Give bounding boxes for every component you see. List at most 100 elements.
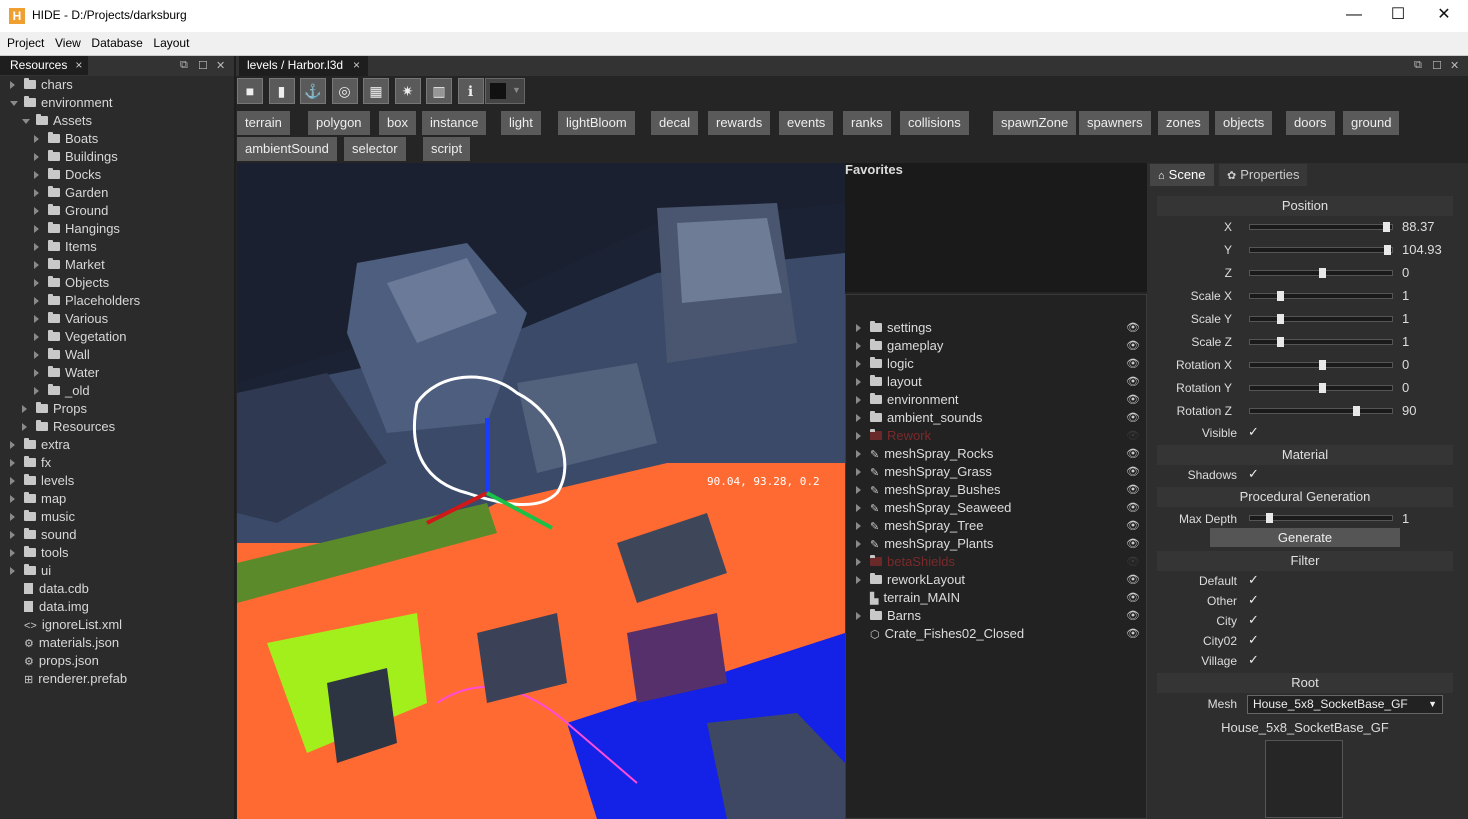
expand-icon[interactable] (856, 450, 861, 458)
expand-icon[interactable] (856, 324, 861, 332)
eye-icon[interactable]: 👁 (1126, 465, 1140, 478)
category-instance-button[interactable]: instance (422, 111, 487, 135)
outliner-item[interactable]: layout (854, 373, 922, 391)
menu-view[interactable]: View (48, 32, 81, 50)
expand-icon[interactable] (10, 531, 15, 539)
shadows-checkbox[interactable]: ✓ (1248, 466, 1259, 482)
eye-icon[interactable]: 👁 (1126, 357, 1140, 370)
expand-icon[interactable] (34, 369, 39, 377)
slider-knob[interactable] (1353, 406, 1360, 416)
category-ambientSound-button[interactable]: ambientSound (237, 137, 337, 161)
expand-icon[interactable] (34, 261, 39, 269)
slider-knob[interactable] (1384, 245, 1391, 255)
slider-knob[interactable] (1277, 314, 1284, 324)
tree-item[interactable]: music (10, 508, 75, 526)
maximize-button[interactable]: ☐ (1375, 0, 1421, 32)
filter-checkbox[interactable]: ✓ (1248, 572, 1259, 588)
expand-icon[interactable] (10, 513, 15, 521)
tree-item[interactable]: <> ignoreList.xml (10, 616, 122, 634)
tree-item[interactable]: Boats (34, 130, 98, 148)
outliner-item[interactable]: ✎ meshSpray_Seaweed (854, 499, 1011, 517)
tree-item[interactable]: Ground (34, 202, 108, 220)
category-box-button[interactable]: box (379, 111, 416, 135)
category-terrain-button[interactable]: terrain (237, 111, 290, 135)
tree-item[interactable]: extra (10, 436, 70, 454)
expand-icon[interactable] (10, 459, 15, 467)
tree-item[interactable]: Docks (34, 166, 101, 184)
category-decal-button[interactable]: decal (651, 111, 699, 135)
expand-icon[interactable] (34, 351, 39, 359)
expand-icon[interactable] (10, 549, 15, 557)
tree-item[interactable]: ⚙ materials.json (10, 634, 119, 652)
slider-knob[interactable] (1266, 513, 1273, 523)
float-icon[interactable]: ⧉ (1414, 59, 1422, 72)
category-zones-button[interactable]: zones (1158, 111, 1209, 135)
expand-icon[interactable] (10, 495, 15, 503)
category-spawnZone-button[interactable]: spawnZone (993, 111, 1077, 135)
outliner-item[interactable]: Rework (854, 427, 931, 445)
expand-icon[interactable] (856, 360, 861, 368)
menu-database[interactable]: Database (84, 32, 142, 50)
expand-icon[interactable] (856, 540, 861, 548)
outliner-item[interactable]: ✎ meshSpray_Bushes (854, 481, 1001, 499)
info-button[interactable]: ℹ (457, 78, 484, 104)
tree-item[interactable]: fx (10, 454, 51, 472)
expand-icon[interactable] (34, 243, 39, 251)
tree-item[interactable]: ⚙ props.json (10, 652, 99, 670)
expand-icon[interactable] (856, 504, 861, 512)
expand-icon[interactable] (34, 135, 39, 143)
expand-icon[interactable] (856, 342, 861, 350)
category-lightBloom-button[interactable]: lightBloom (558, 111, 635, 135)
outliner-item[interactable]: ✎ meshSpray_Plants (854, 535, 993, 553)
float-icon[interactable]: ⧉ (180, 59, 188, 72)
expand-icon[interactable] (34, 207, 39, 215)
field-slider[interactable] (1249, 383, 1393, 393)
tree-item[interactable]: Wall (34, 346, 90, 364)
visible-checkbox[interactable]: ✓ (1248, 424, 1259, 440)
expand-icon[interactable] (856, 522, 861, 530)
eye-icon[interactable]: 👁 (1126, 501, 1140, 514)
close-button[interactable]: ✕ (1421, 0, 1467, 32)
tree-item[interactable]: tools (10, 544, 68, 562)
expand-icon[interactable] (34, 279, 39, 287)
map-button[interactable]: ▥ (426, 78, 452, 104)
menu-project[interactable]: Project (0, 32, 44, 50)
expand-icon[interactable] (856, 468, 861, 476)
field-slider[interactable] (1249, 406, 1393, 416)
expand-icon[interactable] (34, 225, 39, 233)
expand-icon[interactable] (34, 171, 39, 179)
expand-icon[interactable] (856, 432, 861, 440)
expand-icon[interactable] (34, 315, 39, 323)
tree-item[interactable]: Props (22, 400, 87, 418)
resources-tab[interactable]: Resources × (0, 56, 89, 75)
category-spawners-button[interactable]: spawners (1079, 111, 1151, 135)
expand-icon[interactable] (34, 297, 39, 305)
tree-item[interactable]: Placeholders (34, 292, 140, 310)
eye-icon[interactable]: 👁 (1126, 591, 1140, 604)
camera-button[interactable]: ■ (237, 78, 263, 104)
expand-icon[interactable] (10, 441, 15, 449)
slider-knob[interactable] (1319, 268, 1326, 278)
expand-icon[interactable] (10, 81, 15, 89)
outliner-item[interactable]: ambient_sounds (854, 409, 982, 427)
outliner-item[interactable]: logic (854, 355, 914, 373)
eye-icon[interactable]: 👁 (1126, 393, 1140, 406)
eye-icon[interactable]: 👁 (1126, 429, 1140, 442)
tree-item[interactable]: map (10, 490, 66, 508)
outliner-item[interactable]: ✎ meshSpray_Grass (854, 463, 992, 481)
tree-item[interactable]: ⊞ renderer.prefab (10, 670, 127, 688)
snapshot-button[interactable]: ▮ (268, 78, 295, 104)
category-polygon-button[interactable]: polygon (308, 111, 370, 135)
expand-icon[interactable] (34, 333, 39, 341)
expand-icon[interactable] (856, 396, 861, 404)
category-selector-button[interactable]: selector (344, 137, 406, 161)
eye-icon[interactable]: 👁 (1126, 537, 1140, 550)
field-slider[interactable] (1249, 360, 1393, 370)
outliner-item[interactable]: environment (854, 391, 959, 409)
tree-item[interactable]: ui (10, 562, 51, 580)
expand-icon[interactable] (856, 414, 861, 422)
tree-item[interactable]: levels (10, 472, 74, 490)
close-panel-icon[interactable]: ✕ (1450, 59, 1459, 72)
expand-icon[interactable] (856, 558, 861, 566)
eye-icon[interactable]: 👁 (1126, 339, 1140, 352)
